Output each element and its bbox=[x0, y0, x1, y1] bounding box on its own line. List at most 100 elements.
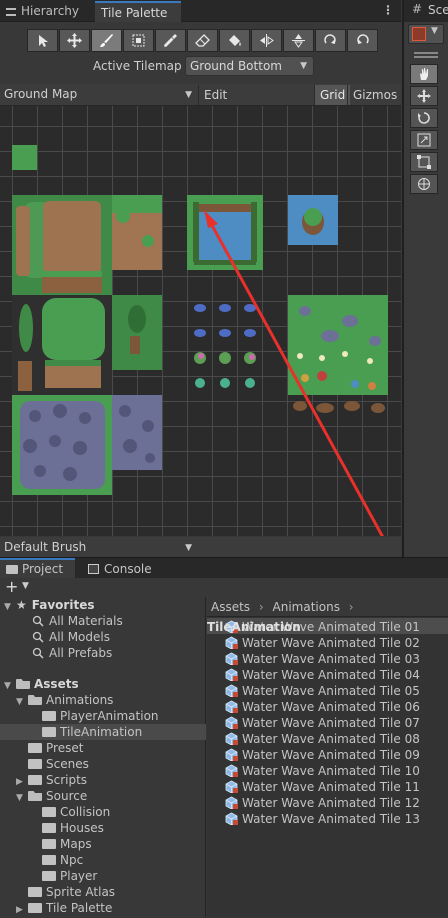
tab-menu-icon[interactable]: ⋮ bbox=[382, 3, 394, 17]
hand-tool-button[interactable] bbox=[410, 64, 438, 84]
tree-folder-item[interactable]: ▼ Source bbox=[0, 788, 206, 804]
file-item[interactable]: Water Wave Animated Tile 12 bbox=[207, 794, 448, 810]
folder-open-icon bbox=[16, 679, 30, 689]
tree-folder-item[interactable]: PlayerAnimation bbox=[0, 708, 206, 724]
palette-tiles[interactable] bbox=[0, 106, 401, 536]
tree-folder-item[interactable]: Scenes bbox=[0, 756, 206, 772]
move-tool-button-palette[interactable] bbox=[59, 29, 90, 52]
rotate-counterclockwise-button[interactable] bbox=[347, 29, 378, 52]
tree-folder-item[interactable]: ▶ Tile Palette bbox=[0, 900, 206, 916]
tile-palette-toolbar: Active Tilemap Ground Bottom ▼ bbox=[0, 22, 401, 84]
tab-console[interactable]: Console bbox=[82, 559, 152, 579]
pick-tool-button[interactable] bbox=[155, 29, 186, 52]
favorites-label: Favorites bbox=[31, 598, 95, 612]
scale-icon bbox=[417, 133, 431, 147]
draw-mode-dropdown[interactable]: ▼ bbox=[408, 24, 444, 44]
grass-tile[interactable] bbox=[12, 145, 37, 170]
chevron-down-icon[interactable]: ▼ bbox=[22, 581, 29, 591]
favorite-item[interactable]: All Models bbox=[32, 629, 110, 645]
flip-x-button[interactable] bbox=[251, 29, 282, 52]
folder-icon bbox=[42, 855, 56, 865]
grid-toggle[interactable]: Grid bbox=[314, 85, 351, 105]
file-item[interactable]: Water Wave Animated Tile 08 bbox=[207, 730, 448, 746]
transform-tool-button[interactable] bbox=[410, 174, 438, 194]
toolbar-handle[interactable] bbox=[414, 52, 438, 54]
file-item[interactable]: Water Wave Animated Tile 09 bbox=[207, 746, 448, 762]
breadcrumb-assets[interactable]: Assets bbox=[211, 600, 250, 614]
tree-folder-item[interactable]: Player bbox=[0, 868, 206, 884]
file-item-label: Water Wave Animated Tile 02 bbox=[242, 636, 420, 650]
editor-tab-bar: Hierarchy Tile Palette ⋮ bbox=[0, 0, 401, 22]
palette-dropdown[interactable]: Ground Map ▼ bbox=[0, 84, 198, 105]
file-item[interactable]: Water Wave Animated Tile 11 bbox=[207, 778, 448, 794]
animated-tile-icon bbox=[225, 732, 238, 745]
edit-palette-button[interactable]: Edit bbox=[198, 85, 232, 105]
file-item-label: Water Wave Animated Tile 11 bbox=[242, 780, 420, 794]
flood-fill-button[interactable] bbox=[219, 29, 250, 52]
tab-tile-palette[interactable]: Tile Palette bbox=[95, 1, 181, 22]
tab-project[interactable]: Project bbox=[0, 558, 75, 579]
file-item[interactable]: Water Wave Animated Tile 05 bbox=[207, 682, 448, 698]
box-fill-button[interactable] bbox=[123, 29, 154, 52]
brush-dropdown[interactable]: Default Brush ▼ bbox=[0, 537, 198, 557]
brush-bar: Default Brush ▼ bbox=[0, 537, 401, 557]
rotate-clockwise-button[interactable] bbox=[315, 29, 346, 52]
folder-icon bbox=[42, 839, 56, 849]
tree-folder-item[interactable]: Houses bbox=[0, 820, 206, 836]
tree-folder-label: Source bbox=[46, 789, 88, 803]
erase-tool-button[interactable] bbox=[187, 29, 218, 52]
project-tab-bar: Project Console bbox=[0, 557, 448, 579]
tree-favorites[interactable]: ▼ ★ Favorites bbox=[4, 597, 94, 613]
flip-y-button[interactable] bbox=[283, 29, 314, 52]
select-tool-button[interactable] bbox=[27, 29, 58, 52]
file-item[interactable]: Water Wave Animated Tile 03 bbox=[207, 650, 448, 666]
scene-tab[interactable]: # Sce bbox=[404, 0, 448, 22]
folder-icon bbox=[28, 743, 42, 753]
tile-palette-canvas[interactable] bbox=[0, 106, 401, 536]
file-item[interactable]: Water Wave Animated Tile 04 bbox=[207, 666, 448, 682]
gizmos-toggle[interactable]: Gizmos bbox=[347, 85, 402, 105]
small-rocks-tiles[interactable] bbox=[194, 304, 256, 388]
file-item-label: Water Wave Animated Tile 07 bbox=[242, 716, 420, 730]
chevron-down-icon: ▼ bbox=[431, 26, 438, 36]
water-pond-tile[interactable] bbox=[187, 195, 263, 270]
tab-hierarchy[interactable]: Hierarchy bbox=[0, 1, 90, 22]
animated-tile-icon bbox=[225, 748, 238, 761]
animated-tile-icon bbox=[225, 700, 238, 713]
tree-folder-item[interactable]: TileAnimation bbox=[0, 724, 206, 740]
tree-folder-item[interactable]: ▼ Animations bbox=[0, 692, 206, 708]
favorite-item[interactable]: All Prefabs bbox=[32, 645, 112, 661]
tree-folder-item[interactable]: Npc bbox=[0, 852, 206, 868]
tree-tileset[interactable] bbox=[12, 295, 162, 395]
eraser-icon bbox=[195, 34, 210, 47]
chevron-right-icon[interactable]: ▶ bbox=[16, 902, 28, 918]
file-item[interactable]: Water Wave Animated Tile 10 bbox=[207, 762, 448, 778]
breadcrumb-tileanimation[interactable]: TileAnimation bbox=[207, 620, 301, 634]
move-tool-button[interactable] bbox=[410, 86, 438, 106]
active-tilemap-dropdown[interactable]: Ground Bottom ▼ bbox=[185, 56, 314, 76]
tree-folder-item[interactable]: ▶ Scripts bbox=[0, 772, 206, 788]
file-item[interactable]: Water Wave Animated Tile 13 bbox=[207, 810, 448, 826]
tree-folder-item[interactable]: Collision bbox=[0, 804, 206, 820]
tree-folder-label: PlayerAnimation bbox=[60, 709, 159, 723]
grass-dirt-tileset[interactable] bbox=[12, 195, 162, 295]
paint-brush-button[interactable] bbox=[91, 29, 122, 52]
scene-grid-icon: # bbox=[412, 2, 423, 16]
island-tile[interactable] bbox=[288, 195, 338, 245]
breadcrumb-animations[interactable]: Animations bbox=[273, 600, 340, 614]
add-icon[interactable]: + bbox=[5, 577, 18, 596]
file-item[interactable]: Water Wave Animated Tile 06 bbox=[207, 698, 448, 714]
search-icon bbox=[32, 615, 44, 627]
tree-folder-item[interactable]: Sprite Atlas bbox=[0, 884, 206, 900]
rotate-tool-button[interactable] bbox=[410, 108, 438, 128]
tree-folder-item[interactable]: Maps bbox=[0, 836, 206, 852]
rocky-ground-tileset[interactable] bbox=[12, 395, 162, 495]
rect-tool-button[interactable] bbox=[410, 152, 438, 172]
tree-assets[interactable]: ▼ Assets bbox=[4, 676, 79, 692]
meadow-decor-tiles[interactable] bbox=[288, 295, 388, 413]
tree-folder-label: Collision bbox=[60, 805, 111, 819]
scale-tool-button[interactable] bbox=[410, 130, 438, 150]
favorite-item[interactable]: All Materials bbox=[32, 613, 123, 629]
file-item[interactable]: Water Wave Animated Tile 07 bbox=[207, 714, 448, 730]
tree-folder-item[interactable]: Preset bbox=[0, 740, 206, 756]
